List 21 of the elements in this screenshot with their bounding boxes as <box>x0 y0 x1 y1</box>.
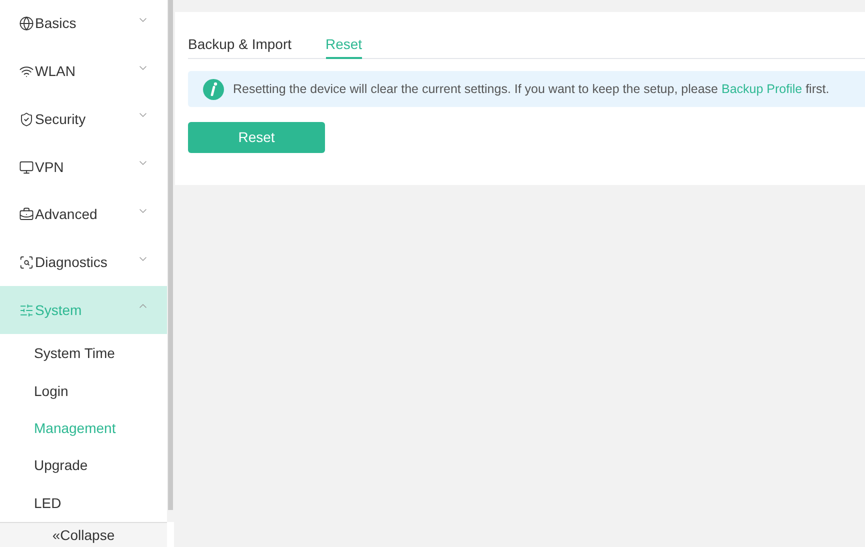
nav-subitem[interactable]: System Time <box>0 335 167 373</box>
sliders-icon <box>19 302 34 318</box>
nav-item[interactable]: Diagnostics <box>0 238 167 286</box>
monitor-icon <box>19 160 34 175</box>
collapse-button[interactable]: «Collapse <box>0 522 167 547</box>
nav-item[interactable]: WLAN <box>0 48 167 96</box>
briefcase-icon <box>19 207 34 222</box>
nav-subitem[interactable]: Upgrade <box>0 447 167 485</box>
nav-subitem[interactable]: Login <box>0 372 167 410</box>
notice-text: Resetting the device will clear the current settings. If you want to keep the setup, please Backup Profile first. <box>233 80 830 98</box>
scrollbar[interactable] <box>168 0 173 510</box>
globe-icon <box>19 16 34 32</box>
info-icon <box>203 78 224 100</box>
nav-subitem[interactable]: LED <box>0 484 167 522</box>
nav-item[interactable]: VPN <box>0 143 167 191</box>
shield-icon <box>19 112 34 127</box>
nav-item[interactable]: Basics <box>0 0 167 48</box>
nav-item[interactable]: Security <box>0 95 167 144</box>
tab[interactable]: Backup & Import <box>188 34 292 59</box>
nav-item[interactable]: Advanced <box>0 190 167 239</box>
scan-icon <box>19 255 34 270</box>
